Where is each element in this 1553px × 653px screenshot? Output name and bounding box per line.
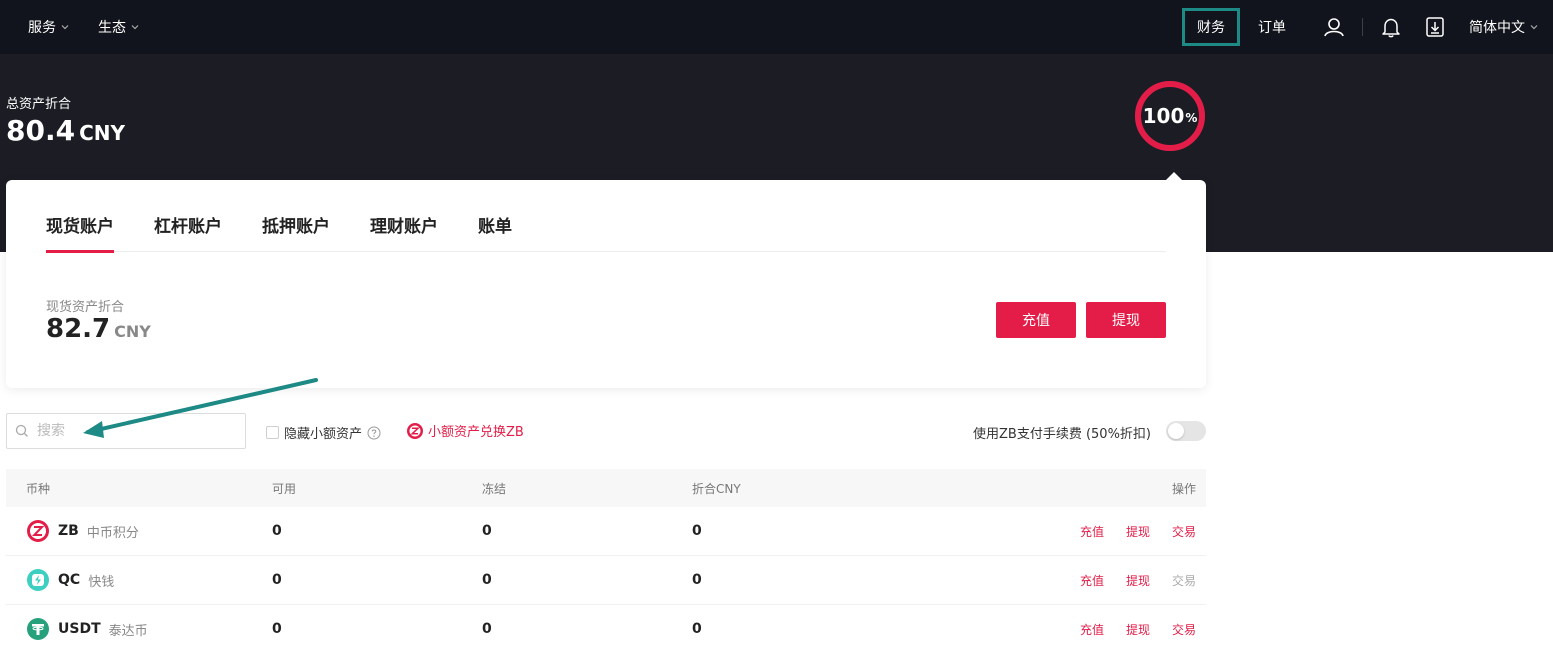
account-card: 现货账户 杠杆账户 抵押账户 理财账户 账单 现货资产折合 82.7 CNY 充值… [6, 172, 1206, 388]
language-selector[interactable]: 简体中文 [1469, 17, 1539, 37]
row-trade-link[interactable]: 交易 [1172, 621, 1196, 638]
total-assets-label: 总资产折合 [6, 97, 72, 112]
coin-cell: QC 快钱 [26, 568, 114, 592]
table-header: 币种 可用 冻结 折合CNY 操作 [6, 469, 1206, 507]
tab-bill[interactable]: 账单 [478, 210, 512, 252]
language-label: 简体中文 [1469, 20, 1525, 36]
ring-percent-value: 100 [1142, 104, 1185, 128]
row-actions: 充值 提现 交易 [1080, 523, 1196, 540]
available-value: 0 [272, 523, 282, 539]
assets-table: 币种 可用 冻结 折合CNY 操作 ZB 中币积分 0 0 0 充值 提现 交易 [6, 469, 1206, 653]
ring-percent: 100% [1133, 79, 1207, 153]
annotation-arrow [83, 378, 318, 438]
convert-small-assets-label: 小额资产兑换ZB [428, 425, 524, 440]
row-deposit-link[interactable]: 充值 [1080, 621, 1104, 638]
spot-assets-amount: 82.7 [46, 314, 111, 344]
available-value: 0 [272, 621, 282, 637]
coin-symbol: USDT [58, 621, 101, 637]
nav-services[interactable]: 服务 [28, 17, 70, 37]
row-trade-link[interactable]: 交易 [1172, 572, 1196, 589]
chevron-down-icon [1530, 25, 1538, 30]
zb-logo-icon [407, 422, 423, 439]
chevron-down-icon [61, 25, 69, 30]
help-icon[interactable] [367, 426, 381, 440]
total-assets-value: 80.4 CNY [6, 114, 125, 147]
zb-fee-toggle[interactable] [1166, 421, 1206, 441]
deposit-button[interactable]: 充值 [996, 302, 1076, 338]
usdt-coin-icon [27, 618, 49, 640]
cny-value: 0 [692, 572, 702, 588]
account-tabs: 现货账户 杠杆账户 抵押账户 理财账户 账单 [46, 210, 1166, 253]
nav-orders-button[interactable]: 订单 [1252, 8, 1292, 46]
bell-icon [1382, 18, 1400, 38]
row-deposit-link[interactable]: 充值 [1080, 572, 1104, 589]
coin-name: 快钱 [88, 574, 115, 590]
cny-value: 0 [692, 523, 702, 539]
frozen-value: 0 [482, 523, 492, 539]
frozen-value: 0 [482, 572, 492, 588]
search-icon [7, 424, 37, 438]
top-nav: 服务 生态 财务 订单 简体中文 [0, 0, 1553, 54]
spot-assets-currency: CNY [114, 322, 151, 341]
asset-distribution-ring[interactable]: 100% [1133, 79, 1207, 153]
nav-ecosystem-label: 生态 [98, 20, 126, 36]
header-cny: 折合CNY [692, 481, 741, 496]
tab-wealth-account[interactable]: 理财账户 [370, 210, 438, 252]
header-available: 可用 [272, 481, 297, 496]
row-withdraw-link[interactable]: 提现 [1126, 621, 1150, 638]
cny-value: 0 [692, 621, 702, 637]
header-ops: 操作 [1171, 481, 1196, 496]
row-trade-link[interactable]: 交易 [1172, 523, 1196, 540]
nav-left: 服务 生态 [28, 17, 140, 37]
row-withdraw-link[interactable]: 提现 [1126, 523, 1150, 540]
user-button[interactable] [1312, 8, 1356, 46]
coin-cell: ZB 中币积分 [26, 519, 139, 543]
notifications-button[interactable] [1369, 8, 1413, 46]
total-assets-amount: 80.4 [6, 114, 76, 147]
tab-spot-account[interactable]: 现货账户 [46, 210, 114, 253]
coin-cell: USDT 泰达币 [26, 617, 148, 641]
nav-finance-button[interactable]: 财务 [1182, 8, 1240, 46]
row-actions: 充值 提现 交易 [1080, 621, 1196, 638]
convert-small-assets-link[interactable]: 小额资产兑换ZB [406, 421, 524, 440]
ring-percent-sign: % [1185, 111, 1198, 125]
zb-coin-icon [27, 520, 49, 542]
card-pointer [1166, 172, 1182, 180]
frozen-value: 0 [482, 621, 492, 637]
tab-margin-account[interactable]: 杠杆账户 [154, 210, 222, 252]
withdraw-button[interactable]: 提现 [1086, 302, 1166, 338]
coin-symbol: QC [58, 572, 81, 588]
qc-coin-icon [27, 569, 49, 591]
table-row: ZB 中币积分 0 0 0 充值 提现 交易 [6, 507, 1206, 556]
table-row: QC 快钱 0 0 0 充值 提现 交易 [6, 556, 1206, 605]
user-icon [1324, 18, 1344, 37]
coin-symbol: ZB [58, 523, 79, 539]
header-frozen: 冻结 [482, 481, 507, 496]
download-icon [1426, 17, 1444, 37]
coin-name: 泰达币 [108, 623, 148, 639]
nav-ecosystem[interactable]: 生态 [98, 17, 140, 37]
spot-assets-label: 现货资产折合 [46, 300, 125, 315]
available-value: 0 [272, 572, 282, 588]
download-button[interactable] [1413, 8, 1457, 46]
header-coin: 币种 [26, 481, 51, 496]
total-assets-currency: CNY [79, 121, 125, 145]
toggle-knob [1168, 423, 1184, 439]
chevron-down-icon [131, 25, 139, 30]
table-row: USDT 泰达币 0 0 0 充值 提现 交易 [6, 605, 1206, 653]
spot-assets-value: 82.7 CNY [46, 314, 151, 344]
row-deposit-link[interactable]: 充值 [1080, 523, 1104, 540]
zb-fee-label: 使用ZB支付手续费 (50%折扣) [973, 427, 1151, 442]
row-withdraw-link[interactable]: 提现 [1126, 572, 1150, 589]
nav-services-label: 服务 [28, 20, 56, 36]
nav-right: 财务 订单 简体中文 [1182, 0, 1539, 54]
row-actions: 充值 提现 交易 [1080, 572, 1196, 589]
coin-name: 中币积分 [86, 525, 139, 541]
nav-divider [1362, 18, 1363, 36]
tab-collateral-account[interactable]: 抵押账户 [262, 210, 330, 252]
